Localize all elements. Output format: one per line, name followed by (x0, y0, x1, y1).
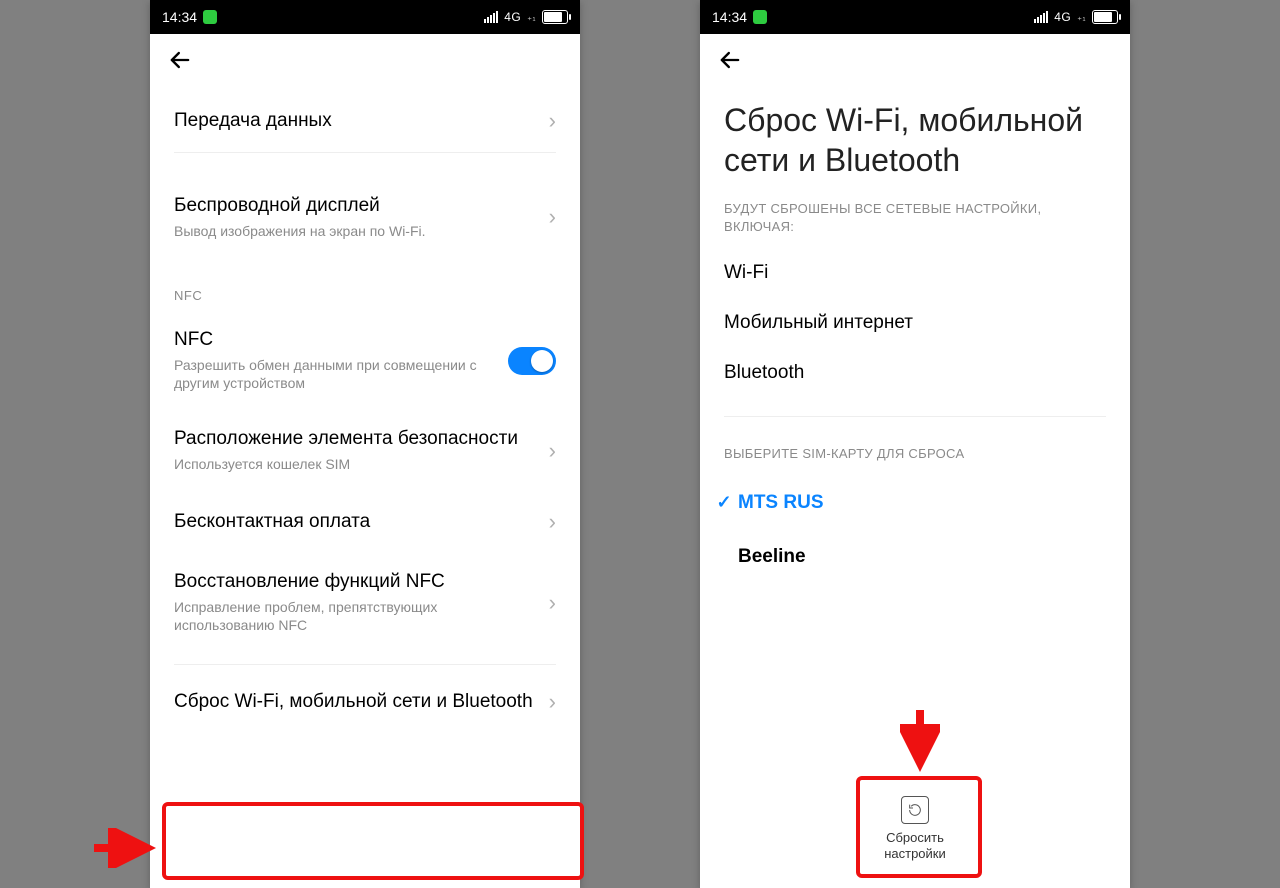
phone-right: 14:34 4G ₊₁ Сброс Wi-Fi, мобильной сети … (700, 0, 1130, 888)
item-title: NFC (174, 329, 496, 352)
header (150, 34, 580, 90)
item-title: Сброс Wi-Fi, мобильной сети и Bluetooth (174, 691, 537, 714)
annotation-highlight (856, 776, 982, 878)
section-nfc-label: NFC (150, 258, 580, 311)
item-title: Бесконтактная оплата (174, 511, 537, 534)
status-app-icon (203, 10, 217, 24)
item-reset-network[interactable]: Сброс Wi-Fi, мобильной сети и Bluetooth … (150, 665, 580, 737)
reset-list-item: Wi-Fi (700, 248, 1130, 298)
sim-section-label: ВЫБЕРИТЕ SIM-КАРТУ ДЛЯ СБРОСА (700, 417, 1130, 475)
status-network-ext: ₊₁ (527, 12, 536, 23)
item-title: Беспроводной дисплей (174, 195, 537, 218)
nfc-toggle[interactable] (508, 347, 556, 375)
sim-name: MTS RUS (738, 492, 824, 514)
chevron-icon: › (549, 108, 556, 134)
sim-name: Beeline (738, 546, 806, 568)
item-subtitle: Исправление проблем, препятствующих испо… (174, 598, 537, 634)
annotation-highlight (162, 802, 584, 880)
item-title: Восстановление функций NFC (174, 571, 537, 594)
chevron-icon: › (549, 689, 556, 715)
item-subtitle: Используется кошелек SIM (174, 455, 537, 473)
status-network-ext: ₊₁ (1077, 12, 1086, 23)
status-network: 4G (1054, 10, 1071, 24)
item-subtitle: Разрешить обмен данными при совмещении с… (174, 356, 496, 392)
sim-option-beeline[interactable]: Beeline (700, 530, 1130, 584)
phone-left: 14:34 4G ₊₁ Передача данных › (150, 0, 580, 888)
signal-icon (484, 11, 498, 23)
reset-description: БУДУТ СБРОШЕНЫ ВСЕ СЕТЕВЫЕ НАСТРОЙКИ, ВК… (700, 196, 1130, 248)
item-nfc-restore[interactable]: Восстановление функций NFC Исправление п… (150, 553, 580, 652)
back-icon[interactable] (716, 46, 744, 79)
item-contactless-payment[interactable]: Бесконтактная оплата › (150, 491, 580, 553)
chevron-icon: › (549, 204, 556, 230)
battery-icon (542, 10, 568, 24)
item-nfc-toggle[interactable]: NFC Разрешить обмен данными при совмещен… (150, 311, 580, 410)
chevron-icon: › (549, 509, 556, 535)
item-subtitle: Вывод изображения на экран по Wi-Fi. (174, 222, 537, 240)
sim-option-mts[interactable]: ✓ MTS RUS (700, 476, 1130, 530)
status-time: 14:34 (712, 9, 747, 25)
status-bar: 14:34 4G ₊₁ (150, 0, 580, 34)
check-icon: ✓ (710, 492, 738, 513)
reset-list-item: Bluetooth (700, 348, 1130, 398)
chevron-icon: › (549, 590, 556, 616)
chevron-icon: › (549, 438, 556, 464)
page-title: Сброс Wi-Fi, мобильной сети и Bluetooth (700, 90, 1130, 196)
item-wireless-display[interactable]: Беспроводной дисплей Вывод изображения н… (150, 177, 580, 258)
annotation-arrow-left (90, 828, 162, 868)
reset-list: Wi-Fi Мобильный интернет Bluetooth (700, 248, 1130, 398)
signal-icon (1034, 11, 1048, 23)
annotation-arrow-down (900, 706, 940, 778)
status-network: 4G (504, 10, 521, 24)
item-title: Передача данных (174, 110, 537, 133)
item-data-transfer[interactable]: Передача данных › (150, 90, 580, 152)
status-app-icon (753, 10, 767, 24)
back-icon[interactable] (166, 46, 194, 79)
header (700, 34, 1130, 90)
reset-list-item: Мобильный интернет (700, 298, 1130, 348)
item-title: Расположение элемента безопасности (174, 428, 537, 451)
status-bar: 14:34 4G ₊₁ (700, 0, 1130, 34)
item-secure-element[interactable]: Расположение элемента безопасности Испол… (150, 410, 580, 491)
battery-icon (1092, 10, 1118, 24)
status-time: 14:34 (162, 9, 197, 25)
